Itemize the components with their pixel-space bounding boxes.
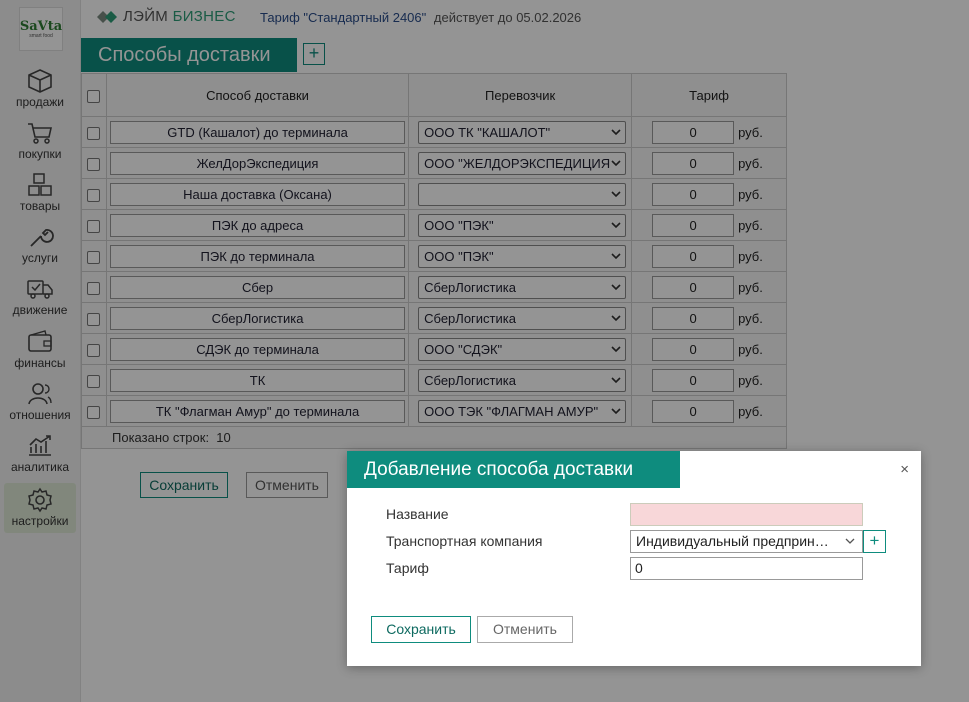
add-delivery-method-dialog: Добавление способа доставки × Название Т… (347, 451, 921, 666)
dialog-cancel-button[interactable]: Отменить (477, 616, 573, 643)
transport-company-value: Индивидуальный предприн… (636, 533, 829, 549)
dialog-title: Добавление способа доставки (347, 451, 680, 488)
transport-company-select[interactable]: Индивидуальный предприн… (630, 530, 863, 553)
chevron-down-icon (844, 531, 856, 552)
name-label: Название (386, 506, 449, 522)
name-input[interactable] (630, 503, 863, 526)
close-icon[interactable]: × (900, 461, 909, 478)
dialog-save-button[interactable]: Сохранить (371, 616, 471, 643)
add-transport-company-button[interactable]: + (863, 530, 886, 553)
tariff-label: Тариф (386, 560, 429, 576)
transport-company-label: Транспортная компания (386, 533, 543, 549)
tariff-input[interactable]: 0 (630, 557, 863, 580)
